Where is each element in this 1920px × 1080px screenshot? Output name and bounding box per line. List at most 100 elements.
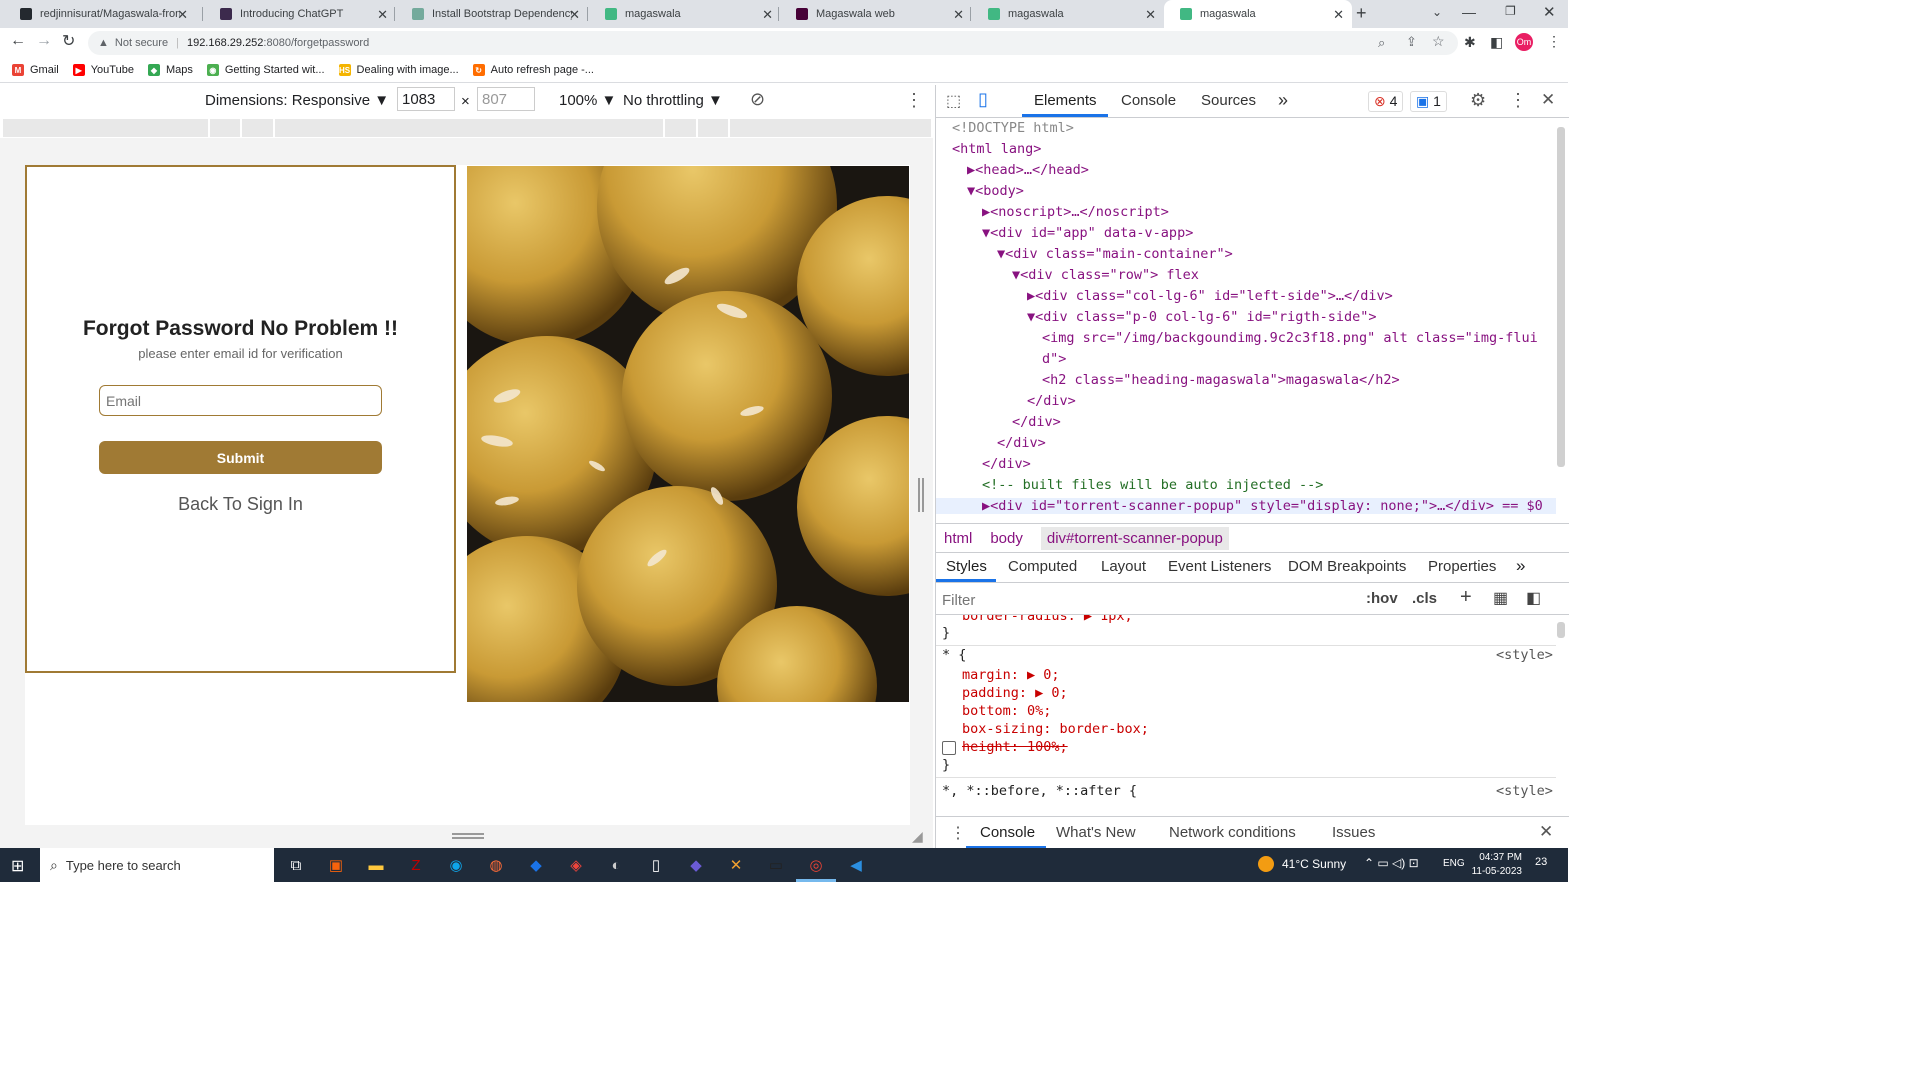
close-tab-icon[interactable]: ✕ bbox=[762, 7, 773, 23]
anydesk-icon[interactable]: ◈ bbox=[566, 855, 586, 875]
drawer-tab[interactable]: Network conditions bbox=[1169, 824, 1296, 841]
close-tab-icon[interactable]: ✕ bbox=[177, 7, 188, 23]
file-icon[interactable]: ▯ bbox=[646, 855, 666, 875]
settings-gear-icon[interactable]: ⚙ bbox=[1470, 90, 1486, 111]
error-count-badge[interactable]: ⊗ 4 bbox=[1368, 91, 1404, 112]
dom-node[interactable]: <!-- built files will be auto injected -… bbox=[982, 477, 1323, 493]
throttle-select[interactable]: No throttling ▼ bbox=[623, 92, 723, 109]
devtools-tab-console[interactable]: Console bbox=[1121, 92, 1176, 109]
ruler-segment[interactable] bbox=[698, 119, 730, 137]
width-input[interactable]: 1083 bbox=[397, 87, 455, 111]
drawer-menu-icon[interactable]: ⋮ bbox=[950, 823, 966, 843]
browser-tab[interactable]: Introducing ChatGPT ✕ bbox=[204, 0, 396, 28]
notification-count[interactable]: 23 bbox=[1535, 856, 1547, 868]
browser-tab[interactable]: Magaswala web ✕ bbox=[780, 0, 972, 28]
breadcrumb-item[interactable]: html bbox=[944, 530, 972, 547]
maps-icon[interactable]: ◆ bbox=[526, 855, 546, 875]
restore-icon[interactable]: ❐ bbox=[1505, 4, 1516, 18]
sidebar-toggle-icon[interactable]: ◧ bbox=[1526, 588, 1541, 608]
style-rule-line[interactable]: *, *::before, *::after { bbox=[942, 783, 1137, 799]
ruler-segment[interactable] bbox=[3, 119, 210, 137]
clock-time[interactable]: 04:37 PM bbox=[1478, 852, 1522, 863]
cls-toggle[interactable]: .cls bbox=[1412, 590, 1437, 607]
taskbar-search[interactable]: ⌕ Type here to search bbox=[40, 848, 274, 882]
inspect-element-icon[interactable]: ⬚ bbox=[946, 91, 961, 111]
dom-node[interactable]: ▶<head>…</head> bbox=[967, 162, 1089, 178]
dom-node[interactable]: </div> bbox=[982, 456, 1031, 472]
bookmark-star-icon[interactable]: ☆ bbox=[1432, 33, 1445, 50]
postman-icon[interactable]: ◍ bbox=[486, 855, 506, 875]
close-devtools-icon[interactable]: ✕ bbox=[1541, 90, 1555, 110]
close-window-icon[interactable]: ✕ bbox=[1543, 3, 1556, 21]
style-rule-line[interactable]: margin: ▶ 0; bbox=[962, 667, 1060, 683]
browser-tab[interactable]: magaswala ✕ bbox=[1164, 0, 1352, 28]
bookmark-item[interactable]: ◆ Maps bbox=[147, 64, 193, 76]
menu-icon[interactable]: ⋮ bbox=[1547, 33, 1561, 50]
close-tab-icon[interactable]: ✕ bbox=[569, 7, 580, 23]
styles-pane[interactable]: border-radius: ▶ 1px;} * {<style> margin: … bbox=[936, 615, 1556, 815]
dom-node[interactable]: ▶<div class="col-lg-6" id="left-side">…<… bbox=[1027, 288, 1393, 304]
more-tabs-icon[interactable]: » bbox=[1278, 90, 1288, 111]
style-rule-line[interactable]: bottom: 0%; bbox=[962, 703, 1051, 719]
app-icon[interactable]: ✕ bbox=[726, 855, 746, 875]
browser-tab[interactable]: magaswala ✕ bbox=[589, 0, 781, 28]
address-bar[interactable]: ▲ Not secure | 192.168.29.252 :8080/forg… bbox=[88, 31, 1458, 55]
tab-search-icon[interactable]: ⌄ bbox=[1432, 5, 1442, 19]
close-tab-icon[interactable]: ✕ bbox=[377, 7, 388, 23]
submit-button[interactable]: Submit bbox=[99, 441, 382, 474]
back-icon[interactable]: ← bbox=[10, 32, 26, 50]
bookmark-item[interactable]: ▶ YouTube bbox=[72, 64, 134, 76]
styles-tab[interactable]: DOM Breakpoints bbox=[1288, 558, 1406, 575]
side-panel-icon[interactable]: ◧ bbox=[1490, 34, 1503, 51]
dom-node[interactable]: <h2 class="heading-magaswala">magaswala<… bbox=[1042, 372, 1400, 388]
property-checkbox[interactable] bbox=[942, 741, 956, 755]
resize-handle-right[interactable] bbox=[918, 478, 924, 512]
style-rule-line[interactable]: box-sizing: border-box; bbox=[962, 721, 1149, 737]
app-icon[interactable]: ▣ bbox=[326, 855, 346, 875]
dom-node[interactable]: <html lang> bbox=[952, 141, 1041, 157]
devtools-tab-elements[interactable]: Elements bbox=[1034, 92, 1097, 109]
extensions-icon[interactable]: ✱ bbox=[1464, 34, 1476, 51]
email-field[interactable] bbox=[99, 385, 382, 416]
browser-tab[interactable]: magaswala ✕ bbox=[972, 0, 1164, 28]
dom-node[interactable]: <!DOCTYPE html> bbox=[952, 120, 1074, 136]
resize-corner-icon[interactable]: ◢ bbox=[912, 828, 923, 845]
close-tab-icon[interactable]: ✕ bbox=[953, 7, 964, 23]
visual-studio-icon[interactable]: ◆ bbox=[686, 855, 706, 875]
task-view-icon[interactable]: ⧉ bbox=[286, 855, 306, 875]
style-rule-line[interactable]: } bbox=[942, 625, 950, 641]
ruler-segment[interactable] bbox=[275, 119, 665, 137]
device-toggle-icon[interactable]: ▯ bbox=[978, 89, 988, 110]
forward-icon[interactable]: → bbox=[36, 32, 52, 50]
dom-node[interactable]: ▼<div class="p-0 col-lg-6" id="rigth-sid… bbox=[1027, 309, 1377, 325]
vscode-icon[interactable]: ◀ bbox=[846, 855, 866, 875]
ruler-segment[interactable] bbox=[242, 119, 275, 137]
new-tab-button[interactable]: + bbox=[1356, 3, 1367, 24]
ruler-segment[interactable] bbox=[665, 119, 698, 137]
style-rule-line[interactable]: padding: ▶ 0; bbox=[962, 685, 1068, 701]
more-options-icon[interactable]: ⋮ bbox=[905, 90, 923, 111]
dom-node[interactable]: ▶<noscript>…</noscript> bbox=[982, 204, 1169, 220]
style-rule-line[interactable]: border-radius: ▶ 1px; bbox=[962, 615, 1133, 624]
style-source-link[interactable]: <style> bbox=[1496, 647, 1553, 663]
style-source-link[interactable]: <style> bbox=[1496, 783, 1553, 799]
back-to-sign-in-link[interactable]: Back To Sign In bbox=[27, 494, 454, 515]
bookmark-item[interactable]: ◉ Getting Started wit... bbox=[206, 64, 325, 76]
file-explorer-icon[interactable]: ▬ bbox=[366, 855, 386, 875]
browser-tab[interactable]: redjinnisurat/Magaswala-fronte ✕ bbox=[4, 0, 196, 28]
devtools-tab-sources[interactable]: Sources bbox=[1201, 92, 1256, 109]
dom-node[interactable]: ▼<div id="app" data-v-app> bbox=[982, 225, 1193, 241]
drawer-tab[interactable]: Console bbox=[980, 824, 1035, 841]
paint-icon[interactable]: ▦ bbox=[1493, 588, 1508, 608]
dom-node[interactable]: </div> bbox=[1012, 414, 1061, 430]
share-icon[interactable]: ⇪ bbox=[1406, 34, 1417, 50]
breadcrumb-item[interactable]: div#torrent-scanner-popup bbox=[1040, 526, 1229, 550]
minimize-icon[interactable]: — bbox=[1462, 4, 1476, 20]
styles-tab[interactable]: Computed bbox=[1008, 558, 1077, 575]
breadcrumb-item[interactable]: body bbox=[990, 530, 1023, 547]
dom-node[interactable]: </div> bbox=[1027, 393, 1076, 409]
dom-node[interactable]: d"> bbox=[1042, 351, 1066, 367]
styles-tab[interactable]: Event Listeners bbox=[1168, 558, 1271, 575]
close-tab-icon[interactable]: ✕ bbox=[1145, 7, 1156, 23]
styles-scrollbar[interactable] bbox=[1557, 622, 1565, 638]
